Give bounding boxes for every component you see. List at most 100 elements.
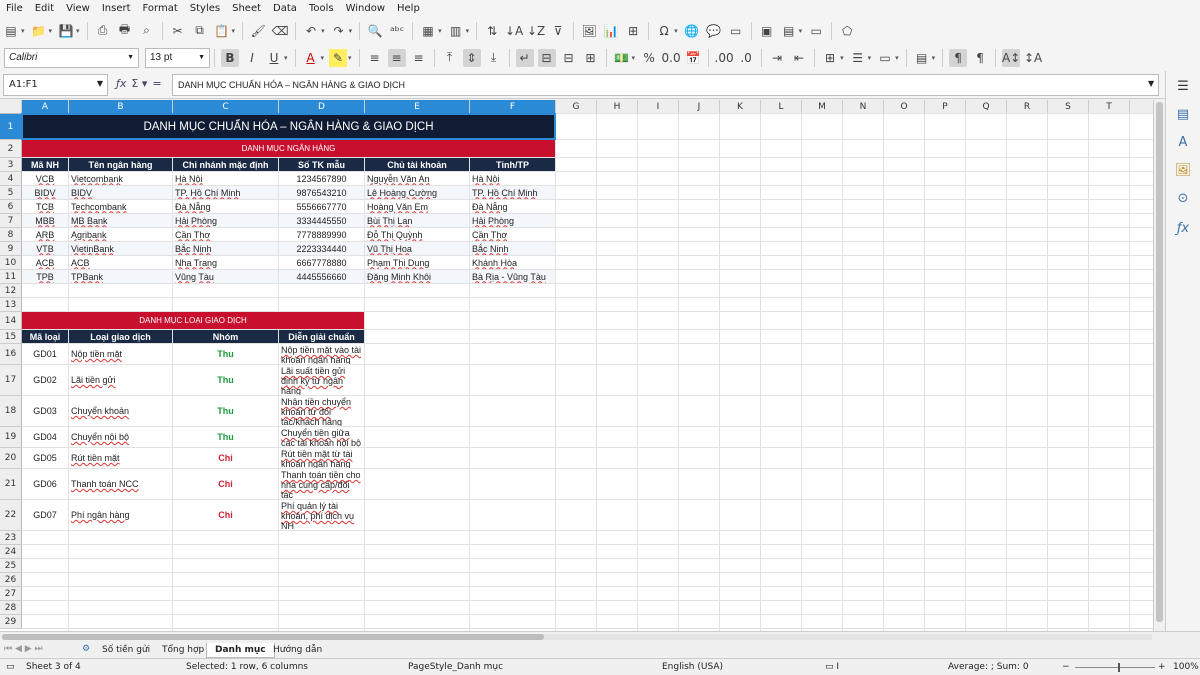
- row-header-9[interactable]: 9: [0, 242, 22, 256]
- delete-decimal-icon[interactable]: .0: [737, 49, 755, 67]
- bank-column-header[interactable]: Tên ngân hàng: [69, 158, 172, 171]
- split-window-icon[interactable]: ▭: [807, 22, 825, 40]
- bank-table-cell[interactable]: Bùi Thị Lan: [365, 214, 469, 227]
- row-header-14[interactable]: 14: [0, 312, 22, 330]
- row-header-1[interactable]: 1: [0, 114, 22, 140]
- bank-table-cell[interactable]: Techcombank: [69, 200, 172, 213]
- transaction-table-cell[interactable]: Chi: [173, 469, 278, 499]
- transaction-section-header[interactable]: DANH MỤC LOẠI GIAO DỊCH: [22, 312, 364, 329]
- align-top-icon[interactable]: ⤒: [441, 49, 459, 67]
- row-header-6[interactable]: 6: [0, 200, 22, 214]
- transaction-table-cell[interactable]: Rút tiền mặt từ tài khoản ngân hàng: [279, 448, 364, 468]
- insert-chart-icon[interactable]: 📊: [602, 22, 620, 40]
- bank-table-cell[interactable]: 9876543210: [279, 186, 364, 199]
- bank-table-cell[interactable]: Bắc Ninh: [173, 242, 278, 255]
- column-header-H[interactable]: H: [597, 100, 638, 114]
- print-preview-icon[interactable]: ⌕: [138, 22, 156, 40]
- autofilter-icon[interactable]: ⊽: [549, 22, 567, 40]
- transaction-table-cell[interactable]: Chuyển tiền giữa các tài khoản nội bộ: [279, 427, 364, 447]
- bank-table-cell[interactable]: VTB: [22, 242, 68, 255]
- left-to-right-icon[interactable]: ¶: [949, 48, 968, 67]
- bank-table-cell[interactable]: Vietcombank: [69, 172, 172, 185]
- row-header-4[interactable]: 4: [0, 172, 22, 186]
- transaction-column-header[interactable]: Loại giao dịch: [69, 330, 172, 343]
- merge-center-icon[interactable]: ⊟: [537, 48, 556, 67]
- transaction-table-cell[interactable]: Thu: [173, 344, 278, 364]
- row-header-23[interactable]: 23: [0, 531, 22, 545]
- select-all-corner[interactable]: [0, 100, 22, 114]
- transaction-table-cell[interactable]: Lãi tiền gửi: [69, 365, 172, 395]
- clone-formatting-icon[interactable]: 🖌: [249, 22, 267, 40]
- bank-table-cell[interactable]: VietinBank: [69, 242, 172, 255]
- hyperlink-icon[interactable]: 🌐: [683, 22, 701, 40]
- sort-icon[interactable]: ⇅: [483, 22, 501, 40]
- bold-icon[interactable]: B: [221, 48, 239, 67]
- bank-table-cell[interactable]: Nguyễn Văn An: [365, 172, 469, 185]
- header-footer-icon[interactable]: ▭: [727, 22, 745, 40]
- transaction-table-cell[interactable]: GD05: [22, 448, 68, 468]
- formula-icon[interactable]: =: [152, 77, 161, 90]
- row-header-24[interactable]: 24: [0, 545, 22, 559]
- underline-icon[interactable]: U: [265, 49, 283, 67]
- borders-icon[interactable]: ⊞: [821, 49, 839, 67]
- spelling-icon[interactable]: ᵃᵇᶜ: [388, 22, 406, 40]
- transaction-table-cell[interactable]: GD03: [22, 396, 68, 426]
- wrap-text-icon[interactable]: ↵: [515, 48, 534, 67]
- menu-item-window[interactable]: Window: [346, 3, 385, 14]
- sheet-tab[interactable]: Hướng dẫn: [265, 643, 330, 658]
- transaction-column-header[interactable]: Diễn giải chuẩn: [279, 330, 364, 343]
- decrease-indent-icon[interactable]: ⇤: [790, 49, 808, 67]
- navigator-icon[interactable]: ⊙: [1174, 191, 1192, 209]
- bank-table-cell[interactable]: Phạm Thị Dung: [365, 256, 469, 269]
- define-print-area-icon[interactable]: ▣: [758, 22, 776, 40]
- bank-table-cell[interactable]: ACB: [22, 256, 68, 269]
- transaction-table-cell[interactable]: Nhận tiền chuyển khoản từ đối tác/khách …: [279, 396, 364, 426]
- row-header-22[interactable]: 22: [0, 500, 22, 531]
- column-header-P[interactable]: P: [925, 100, 966, 114]
- row-header-13[interactable]: 13: [0, 298, 22, 312]
- transaction-column-header[interactable]: Nhóm: [173, 330, 278, 343]
- bank-table-cell[interactable]: MBB: [22, 214, 68, 227]
- row-header-17[interactable]: 17: [0, 365, 22, 396]
- zoom-slider-handle[interactable]: [1118, 663, 1120, 672]
- number-format-icon[interactable]: 0.0: [662, 49, 681, 67]
- highlight-color-icon[interactable]: ✎: [329, 48, 348, 67]
- bank-table-cell[interactable]: Lê Hoàng Cường: [365, 186, 469, 199]
- properties-icon[interactable]: ▤: [1174, 107, 1192, 125]
- bank-table-cell[interactable]: Đặng Minh Khôi: [365, 270, 469, 283]
- transaction-table-cell[interactable]: Thu: [173, 427, 278, 447]
- border-color-icon[interactable]: ▭: [876, 49, 894, 67]
- bank-table-cell[interactable]: ARB: [22, 228, 68, 241]
- bank-table-cell[interactable]: TPBank: [69, 270, 172, 283]
- bank-table-cell[interactable]: Vũ Thị Hoa: [365, 242, 469, 255]
- bank-table-cell[interactable]: Đà Nẵng: [470, 200, 555, 213]
- status-zoom[interactable]: 100%: [1173, 662, 1199, 672]
- bank-table-cell[interactable]: BIDV: [22, 186, 68, 199]
- border-style-icon[interactable]: ☰: [849, 49, 867, 67]
- column-header-C[interactable]: C: [173, 100, 279, 114]
- font-color-icon[interactable]: A: [302, 49, 320, 67]
- column-header-E[interactable]: E: [365, 100, 470, 114]
- print-icon[interactable]: 🖶: [116, 22, 134, 40]
- vertical-text-icon[interactable]: ↕A: [1024, 49, 1042, 67]
- bank-table-cell[interactable]: Vũng Tàu: [173, 270, 278, 283]
- transaction-table-cell[interactable]: Thu: [173, 396, 278, 426]
- row-header-19[interactable]: 19: [0, 427, 22, 448]
- column-header-A[interactable]: A: [22, 100, 69, 114]
- column-header-F[interactable]: F: [470, 100, 556, 114]
- currency-format-icon[interactable]: 💵: [613, 49, 631, 67]
- row-header-27[interactable]: 27: [0, 587, 22, 601]
- row-header-28[interactable]: 28: [0, 601, 22, 615]
- row-header-5[interactable]: 5: [0, 186, 22, 200]
- copy-icon[interactable]: ⧉: [191, 22, 209, 40]
- column-header-N[interactable]: N: [843, 100, 884, 114]
- align-middle-icon[interactable]: ⇕: [462, 48, 481, 67]
- show-draw-functions-icon[interactable]: ⬠: [838, 22, 856, 40]
- row-header-25[interactable]: 25: [0, 559, 22, 573]
- transaction-table-cell[interactable]: Phí ngân hàng: [69, 500, 172, 530]
- vertical-scroll-thumb[interactable]: [1156, 102, 1163, 622]
- align-center-icon[interactable]: ≡: [387, 48, 406, 67]
- row-header-12[interactable]: 12: [0, 284, 22, 298]
- horizontal-scrollbar[interactable]: [2, 634, 1152, 640]
- column-header-D[interactable]: D: [279, 100, 365, 114]
